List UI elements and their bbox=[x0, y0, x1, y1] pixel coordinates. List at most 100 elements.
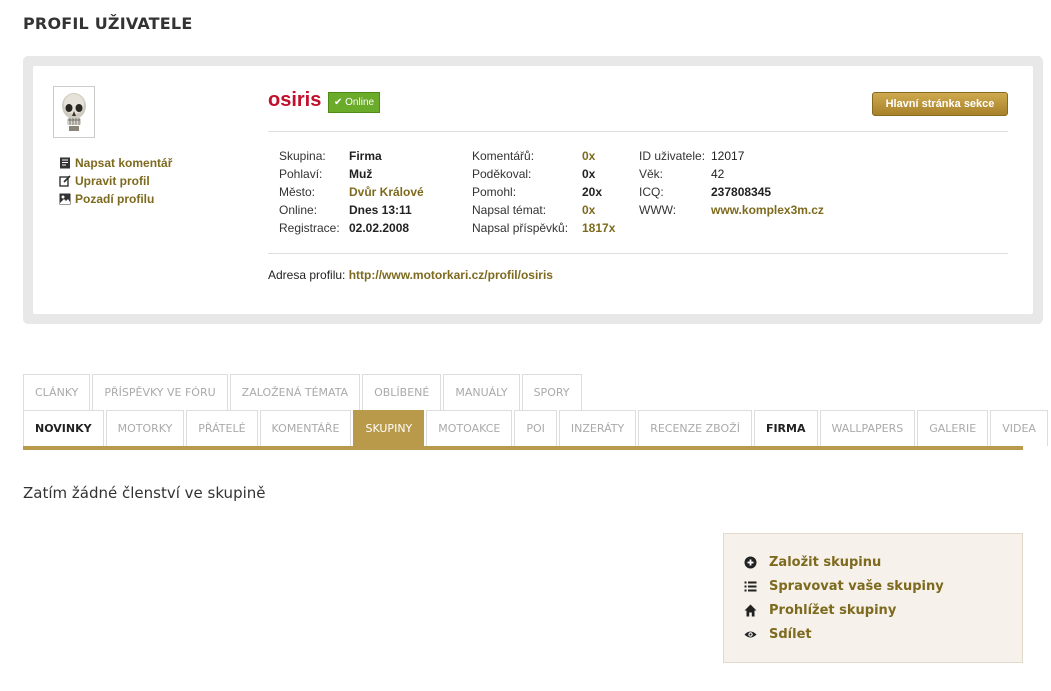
stat-posts: Napsal příspěvků: 1817x bbox=[472, 219, 615, 237]
stat-gender: Pohlaví: Muž bbox=[279, 165, 372, 183]
stat-value[interactable]: 0x bbox=[582, 201, 595, 219]
plus-circle-icon bbox=[744, 556, 757, 569]
skull-avatar-image bbox=[56, 89, 92, 135]
main-section-button[interactable]: Hlavní stránka sekce bbox=[872, 92, 1008, 116]
stat-label: ICQ: bbox=[639, 185, 664, 199]
empty-membership-message: Zatím žádné členství ve skupině bbox=[23, 484, 266, 502]
profile-background-link[interactable]: Pozadí profilu bbox=[59, 190, 172, 208]
stat-value: 12017 bbox=[711, 149, 745, 163]
profile-background-label: Pozadí profilu bbox=[75, 192, 155, 206]
tab-poi[interactable]: POI bbox=[514, 410, 557, 446]
profile-card-inner: Napsat komentář Upravit profil Pozadí pr… bbox=[33, 66, 1033, 314]
stat-value[interactable]: 0x bbox=[582, 147, 595, 165]
manage-groups-label: Spravovat vaše skupiny bbox=[769, 579, 944, 594]
tab-novinky[interactable]: NOVINKY bbox=[23, 410, 104, 446]
tab-wallpapers[interactable]: WALLPAPERS bbox=[819, 410, 916, 446]
tab-prispevky-ve-foru[interactable]: PŘÍSPĚVKY VE FÓRU bbox=[92, 374, 228, 410]
tabs-row-1: CLÁNKY PŘÍSPĚVKY VE FÓRU ZALOŽENÁ TÉMATA… bbox=[23, 374, 584, 410]
stat-value: Firma bbox=[349, 149, 382, 163]
stat-label: Online: bbox=[279, 203, 318, 217]
manage-groups-link[interactable]: Spravovat vaše skupiny bbox=[744, 579, 944, 594]
list-icon bbox=[744, 580, 757, 593]
stat-label: Poděkoval: bbox=[472, 167, 532, 181]
tab-skupiny[interactable]: SKUPINY bbox=[353, 410, 425, 446]
username: osiris bbox=[268, 89, 322, 111]
tab-manualy[interactable]: MANUÁLY bbox=[443, 374, 520, 410]
tab-firma[interactable]: FIRMA bbox=[753, 410, 818, 446]
stat-registration: Registrace: 02.02.2008 bbox=[279, 219, 409, 237]
tab-videa[interactable]: VIDEA bbox=[990, 410, 1048, 446]
stat-thanked: Poděkoval: 0x bbox=[472, 165, 595, 183]
tabs-row-2: NOVINKY MOTORKY PŘÁTELÉ KOMENTÁŘE SKUPIN… bbox=[23, 410, 1050, 446]
profile-side-links: Napsat komentář Upravit profil Pozadí pr… bbox=[59, 154, 172, 208]
tab-clanky[interactable]: CLÁNKY bbox=[23, 374, 91, 410]
stat-label: Registrace: bbox=[279, 221, 340, 235]
edit-profile-link[interactable]: Upravit profil bbox=[59, 172, 172, 190]
stat-label: Napsal příspěvků: bbox=[472, 221, 569, 235]
stat-value: Muž bbox=[349, 167, 373, 181]
stat-label: Město: bbox=[279, 185, 316, 199]
stat-city: Město: Dvůr Králové bbox=[279, 183, 424, 201]
share-link[interactable]: Sdílet bbox=[744, 627, 812, 642]
stat-label: WWW: bbox=[639, 203, 677, 217]
profile-address: Adresa profilu: http://www.motorkari.cz/… bbox=[268, 268, 553, 282]
image-icon bbox=[59, 193, 71, 205]
stat-value[interactable]: 1817x bbox=[582, 219, 615, 237]
create-group-link[interactable]: Založit skupinu bbox=[744, 555, 881, 570]
stat-age: Věk: 42 bbox=[639, 165, 724, 183]
tab-pratele[interactable]: PŘÁTELÉ bbox=[186, 410, 258, 446]
website-link[interactable]: www.komplex3m.cz bbox=[711, 201, 824, 219]
tab-komentare[interactable]: KOMENTÁŘE bbox=[259, 410, 352, 446]
stat-www: WWW: www.komplex3m.cz bbox=[639, 201, 824, 219]
eye-icon bbox=[744, 628, 757, 641]
tab-motoakce[interactable]: MOTOAKCE bbox=[426, 410, 513, 446]
stat-comments: Komentářů: 0x bbox=[472, 147, 595, 165]
edit-profile-label: Upravit profil bbox=[75, 174, 150, 188]
tab-inzeraty[interactable]: INZERÁTY bbox=[558, 410, 637, 446]
stat-topics: Napsal témat: 0x bbox=[472, 201, 595, 219]
stat-label: Napsal témat: bbox=[472, 203, 547, 217]
profile-address-link[interactable]: http://www.motorkari.cz/profil/osiris bbox=[349, 268, 553, 282]
tab-zalozena-temata[interactable]: ZALOŽENÁ TÉMATA bbox=[229, 374, 361, 410]
stat-label: Komentářů: bbox=[472, 149, 535, 163]
profile-card: Napsat komentář Upravit profil Pozadí pr… bbox=[23, 56, 1043, 324]
stat-helped: Pomohl: 20x bbox=[472, 183, 602, 201]
city-link[interactable]: Dvůr Králové bbox=[349, 183, 424, 201]
write-comment-link[interactable]: Napsat komentář bbox=[59, 154, 172, 172]
stat-group: Skupina: Firma bbox=[279, 147, 382, 165]
stat-value: 237808345 bbox=[711, 185, 772, 199]
edit-icon bbox=[59, 175, 71, 187]
stat-user-id: ID uživatele: 12017 bbox=[639, 147, 744, 165]
home-icon bbox=[744, 604, 757, 617]
browse-groups-label: Prohlížet skupiny bbox=[769, 603, 897, 618]
divider bbox=[268, 253, 1008, 254]
create-group-label: Založit skupinu bbox=[769, 555, 882, 570]
write-comment-label: Napsat komentář bbox=[75, 156, 173, 170]
stat-label: ID uživatele: bbox=[639, 149, 706, 163]
stat-label: Pomohl: bbox=[472, 185, 517, 199]
tab-motorky[interactable]: MOTORKY bbox=[105, 410, 185, 446]
tab-recenze-zbozi[interactable]: RECENZE ZBOŽÍ bbox=[638, 410, 752, 446]
tab-oblibene[interactable]: OBLÍBENÉ bbox=[362, 374, 442, 410]
avatar[interactable] bbox=[53, 86, 95, 138]
tab-galerie[interactable]: GALERIE bbox=[917, 410, 989, 446]
page-title: PROFIL UŽIVATELE bbox=[23, 14, 193, 33]
stat-value: 0x bbox=[582, 167, 596, 181]
stat-icq: ICQ: 237808345 bbox=[639, 183, 771, 201]
stat-label: Věk: bbox=[639, 167, 664, 181]
stat-label: Pohlaví: bbox=[279, 167, 323, 181]
divider bbox=[268, 131, 1008, 132]
stat-online: Online: Dnes 13:11 bbox=[279, 201, 412, 219]
stat-value: 02.02.2008 bbox=[349, 221, 410, 235]
stat-value: Dnes 13:11 bbox=[349, 203, 412, 217]
stat-label: Skupina: bbox=[279, 149, 326, 163]
tabs-underline bbox=[23, 446, 1023, 450]
browse-groups-link[interactable]: Prohlížet skupiny bbox=[744, 603, 896, 618]
stat-value: 20x bbox=[582, 185, 603, 199]
online-status-badge: ✔ Online bbox=[328, 92, 381, 113]
comment-icon bbox=[59, 157, 71, 169]
share-label: Sdílet bbox=[769, 627, 812, 642]
tab-spory[interactable]: SPORY bbox=[521, 374, 582, 410]
group-actions-box: Založit skupinu Spravovat vaše skupiny P… bbox=[723, 533, 1023, 663]
profile-address-label: Adresa profilu: bbox=[268, 268, 346, 282]
